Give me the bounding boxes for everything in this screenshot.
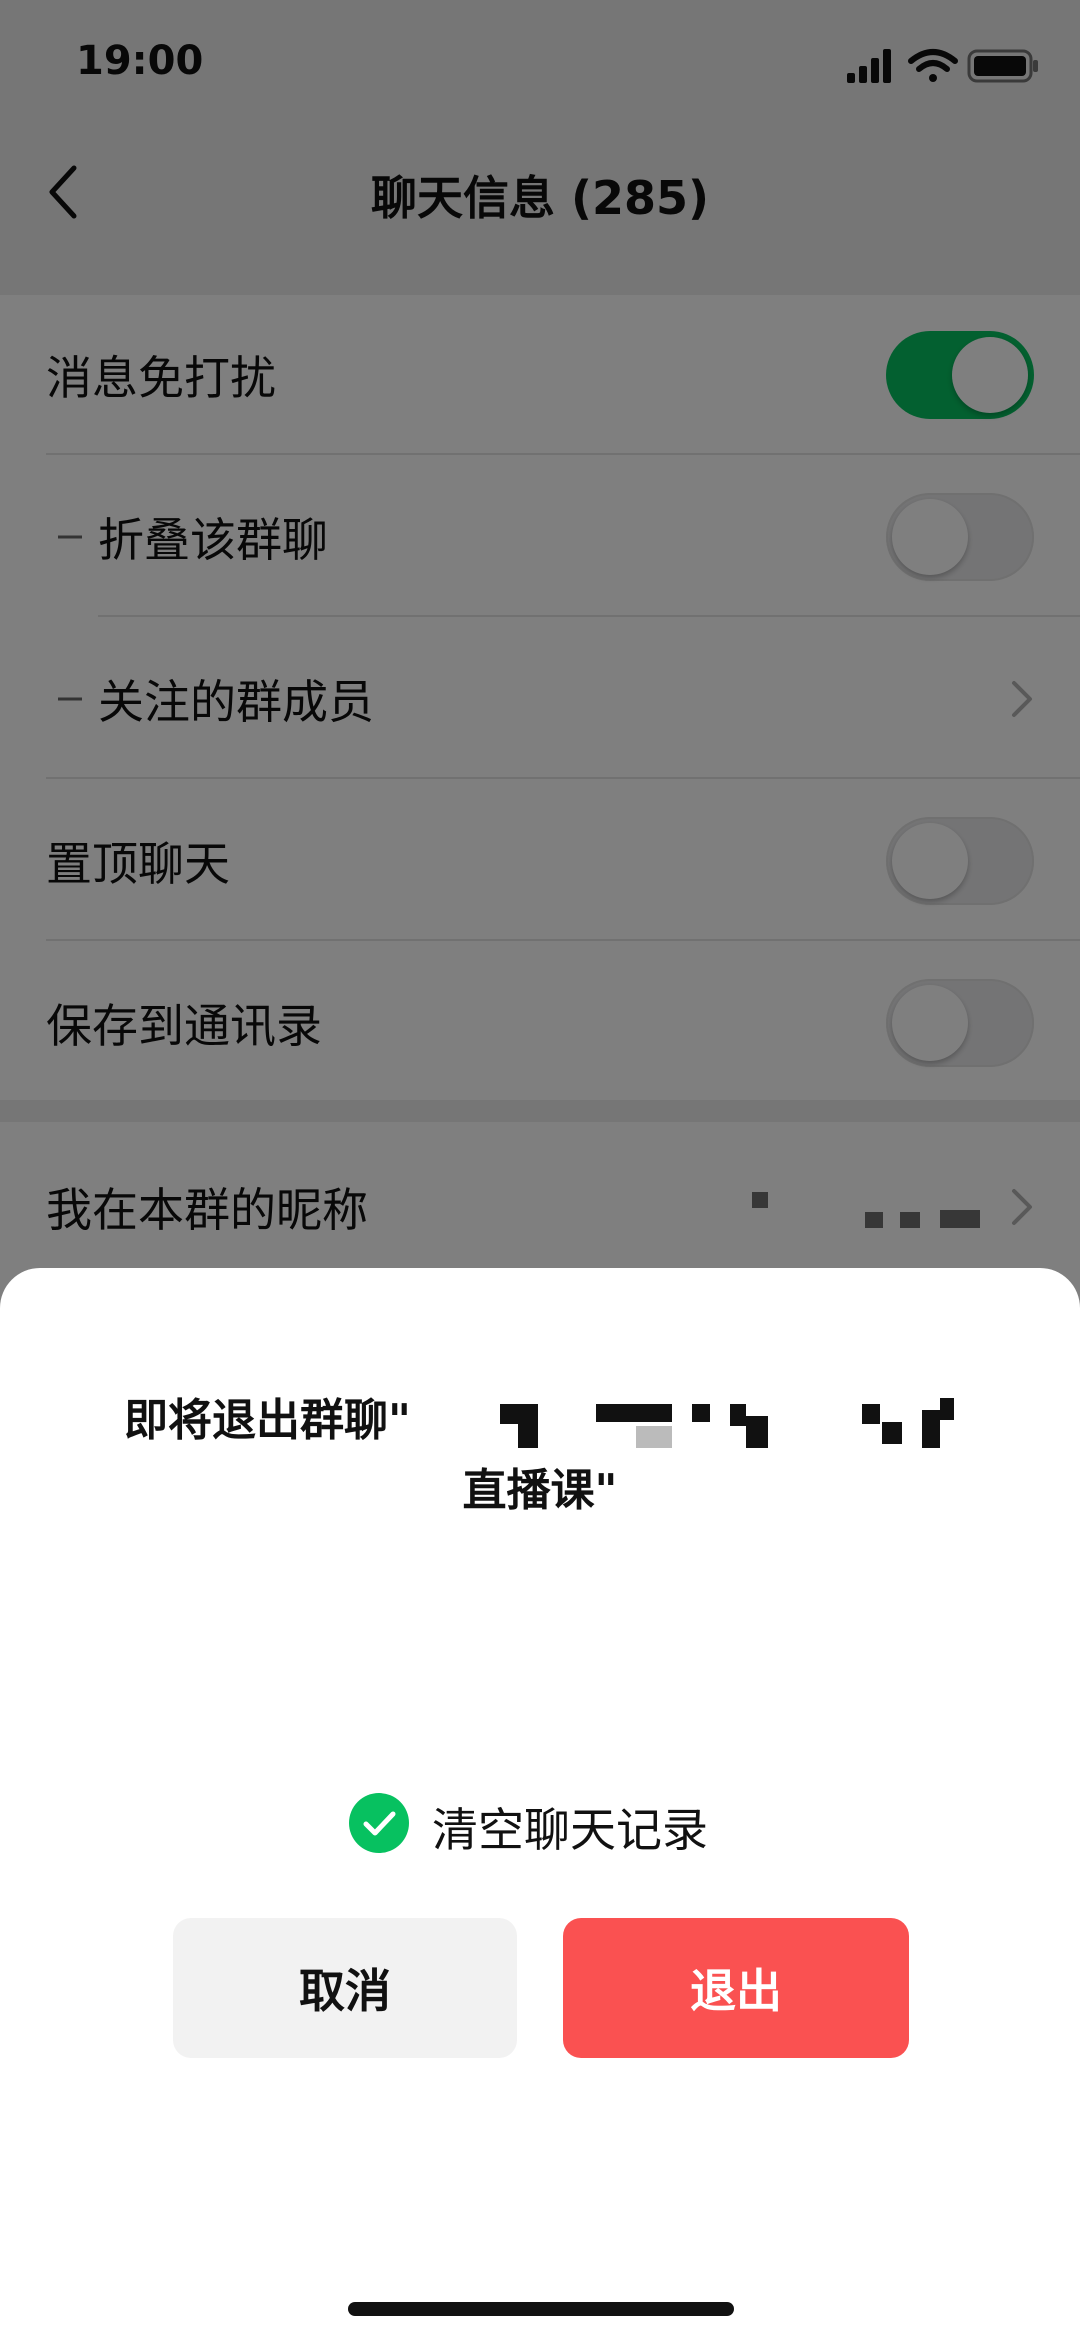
exit-button[interactable]: 退出 <box>563 1918 909 2058</box>
dialog-message-start: 即将退出群聊" <box>124 1395 411 1446</box>
redacted-group-name <box>922 1410 940 1448</box>
redacted-group-name <box>862 1404 880 1424</box>
home-indicator <box>348 2302 734 2316</box>
redacted-group-name <box>940 1398 954 1420</box>
redacted-group-name <box>518 1404 538 1448</box>
redacted-group-name <box>636 1426 672 1448</box>
redacted-group-name <box>882 1422 902 1444</box>
redacted-group-name <box>730 1404 746 1426</box>
exit-group-dialog: 即将退出群聊" 直播课" 清空聊天记录 取消 退出 <box>0 1268 1080 2339</box>
redacted-group-name <box>500 1404 518 1424</box>
clear-history-label[interactable]: 清空聊天记录 <box>432 1794 708 1860</box>
checkmark-icon <box>363 1811 396 1836</box>
redacted-group-name <box>746 1416 768 1448</box>
checkbox-checked-icon[interactable] <box>349 1793 409 1853</box>
cancel-button[interactable]: 取消 <box>173 1918 517 2058</box>
redacted-group-name <box>692 1404 710 1422</box>
dialog-message-end: 直播课" <box>462 1465 618 1516</box>
redacted-group-name <box>596 1404 672 1422</box>
